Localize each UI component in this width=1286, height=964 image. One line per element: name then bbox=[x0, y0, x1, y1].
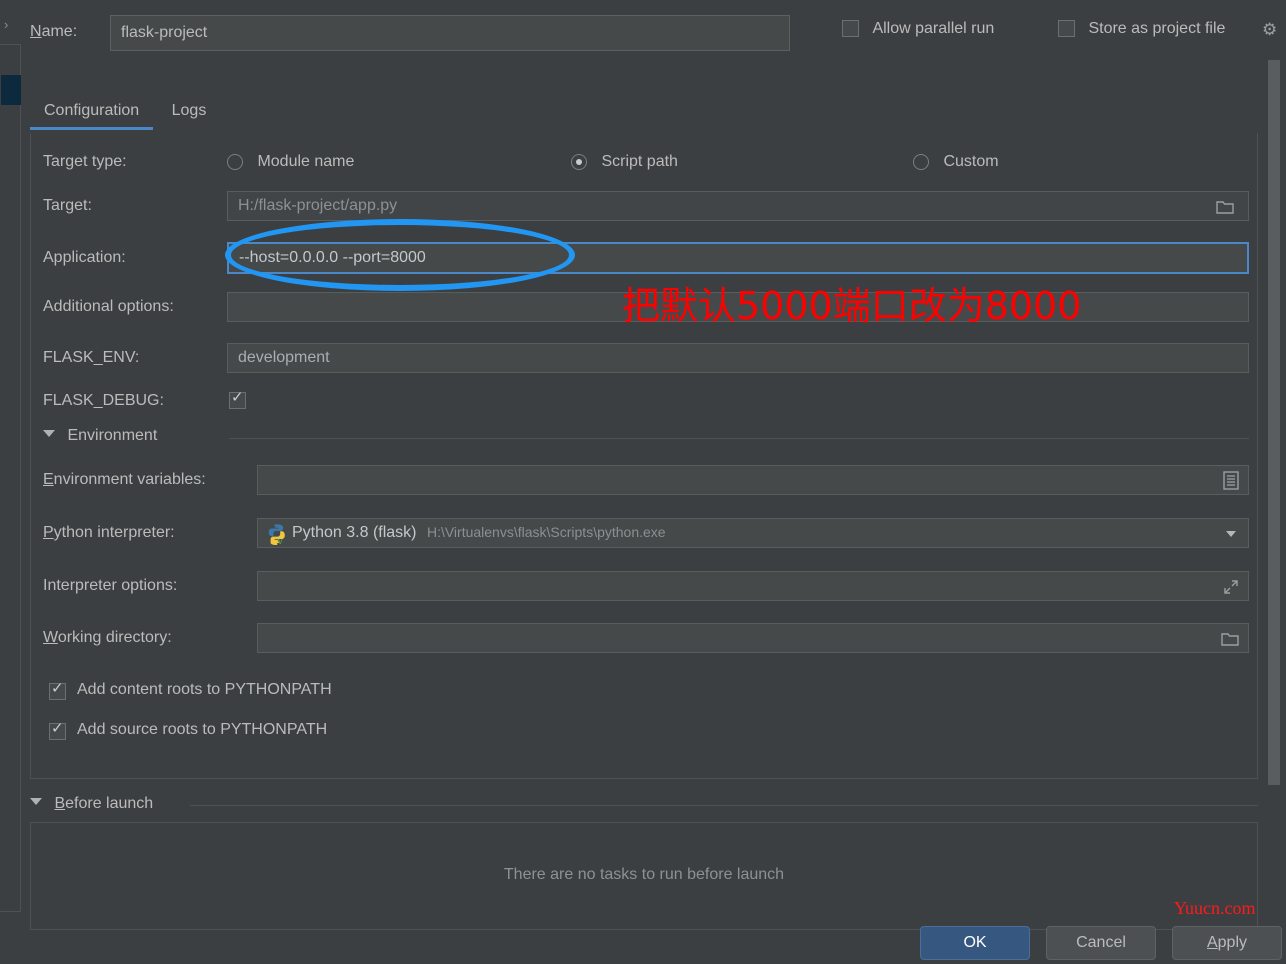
store-as-project-file-checkbox[interactable]: Store as project file bbox=[1058, 19, 1226, 42]
radio-custom-label: Custom bbox=[943, 153, 999, 170]
flask-debug-row: FLASK_DEBUG: bbox=[31, 389, 1257, 415]
flask-env-row: FLASK_ENV: bbox=[31, 343, 1257, 375]
radio-circle bbox=[571, 154, 587, 170]
checkbox-box bbox=[842, 19, 859, 37]
before-launch-empty-message: There are no tasks to run before launch bbox=[503, 866, 785, 883]
radio-module-name-label: Module name bbox=[257, 153, 355, 170]
add-content-roots-row[interactable]: Add content roots to PYTHONPATH bbox=[31, 680, 1257, 705]
add-source-roots-row[interactable]: Add source roots to PYTHONPATH bbox=[31, 720, 1257, 745]
environment-section-label: Environment bbox=[67, 427, 158, 444]
scrollbar-thumb[interactable] bbox=[1268, 60, 1280, 785]
allow-parallel-run-label: Allow parallel run bbox=[872, 20, 995, 37]
interpreter-options-input[interactable] bbox=[257, 571, 1249, 601]
target-type-row: Target type: Module name Script path Cus… bbox=[31, 149, 1257, 177]
environment-section-row: Environment bbox=[31, 427, 1257, 451]
expand-icon[interactable] bbox=[1223, 579, 1239, 600]
name-label: Name: bbox=[30, 23, 78, 40]
store-as-project-file-label: Store as project file bbox=[1088, 20, 1226, 37]
checkbox-box bbox=[1058, 19, 1075, 37]
application-row: Application: bbox=[31, 242, 1257, 276]
working-directory-label: Working directory: bbox=[43, 629, 172, 646]
environment-variables-input[interactable] bbox=[257, 465, 1249, 495]
watermark: Yuucn.com bbox=[1174, 898, 1256, 918]
svg-text:v: v bbox=[278, 536, 283, 545]
environment-variables-label: Environment variables: bbox=[43, 471, 206, 488]
tab-logs[interactable]: Logs bbox=[158, 96, 221, 130]
target-label: Target: bbox=[43, 197, 92, 214]
flask-debug-checkbox[interactable] bbox=[229, 389, 246, 409]
configuration-panel: Target type: Module name Script path Cus… bbox=[30, 133, 1258, 779]
flask-env-input[interactable] bbox=[227, 343, 1249, 373]
left-rail: › bbox=[0, 0, 22, 912]
interpreter-options-row: Interpreter options: bbox=[31, 571, 1257, 603]
working-directory-row: Working directory: bbox=[31, 623, 1257, 655]
working-directory-input[interactable] bbox=[257, 623, 1249, 653]
python-interpreter-value: Python 3.8 (flask) bbox=[292, 524, 417, 541]
flask-env-label: FLASK_ENV: bbox=[43, 349, 140, 366]
allow-parallel-run-checkbox[interactable]: Allow parallel run bbox=[842, 19, 995, 42]
application-input[interactable] bbox=[227, 242, 1249, 274]
python-venv-icon: v bbox=[266, 523, 288, 546]
radio-module-name[interactable]: Module name bbox=[227, 153, 354, 171]
radio-custom[interactable]: Custom bbox=[913, 153, 999, 171]
triangle-down-icon bbox=[30, 798, 42, 806]
name-label-text: ame: bbox=[41, 23, 78, 40]
apply-button[interactable]: Apply bbox=[1172, 926, 1282, 960]
before-launch-divider bbox=[190, 805, 1258, 806]
folder-icon[interactable] bbox=[1216, 200, 1234, 214]
add-content-roots-label: Add content roots to PYTHONPATH bbox=[77, 681, 332, 698]
environment-variables-row: Environment variables: bbox=[31, 465, 1257, 497]
flask-debug-label: FLASK_DEBUG: bbox=[43, 392, 164, 409]
gear-icon[interactable]: ⚙ bbox=[1262, 20, 1282, 40]
rail-tree-box bbox=[0, 44, 21, 912]
python-interpreter-value-group: Python 3.8 (flask) H:\Virtualenvs\flask\… bbox=[292, 524, 666, 542]
red-annotation-text: 把默认5000端口改为8000 bbox=[622, 284, 1082, 328]
chevron-down-icon[interactable] bbox=[1226, 531, 1236, 537]
tab-configuration[interactable]: Configuration bbox=[30, 96, 154, 130]
add-content-roots-checkbox[interactable] bbox=[49, 680, 66, 700]
add-source-roots-label: Add source roots to PYTHONPATH bbox=[77, 721, 328, 738]
radio-script-path-label: Script path bbox=[601, 153, 678, 170]
radio-script-path[interactable]: Script path bbox=[571, 153, 678, 171]
triangle-down-icon bbox=[43, 430, 55, 438]
target-input[interactable] bbox=[227, 191, 1249, 221]
target-type-label: Target type: bbox=[43, 153, 127, 170]
scrollbar-track[interactable] bbox=[1268, 60, 1280, 800]
python-interpreter-combobox[interactable]: v Python 3.8 (flask) H:\Virtualenvs\flas… bbox=[257, 518, 1249, 548]
section-divider bbox=[229, 438, 1249, 439]
cancel-button[interactable]: Cancel bbox=[1046, 926, 1156, 960]
list-editor-icon[interactable] bbox=[1223, 471, 1241, 491]
before-launch-header[interactable]: Before launch bbox=[30, 795, 153, 813]
target-row: Target: bbox=[31, 191, 1257, 223]
ok-button[interactable]: OK bbox=[920, 926, 1030, 960]
application-label: Application: bbox=[43, 249, 126, 266]
python-interpreter-label: Python interpreter: bbox=[43, 524, 175, 541]
radio-circle bbox=[227, 154, 243, 170]
radio-circle bbox=[913, 154, 929, 170]
folder-icon[interactable] bbox=[1221, 632, 1239, 646]
before-launch-label: Before launch bbox=[54, 795, 154, 812]
rail-selected-item[interactable] bbox=[1, 75, 21, 105]
python-interpreter-row: Python interpreter: v Python 3.8 (flask)… bbox=[31, 518, 1257, 550]
python-interpreter-path: H:\Virtualenvs\flask\Scripts\python.exe bbox=[426, 524, 666, 540]
name-input[interactable] bbox=[110, 15, 790, 51]
tab-bar: Configuration Logs bbox=[30, 96, 220, 132]
additional-options-label: Additional options: bbox=[43, 298, 174, 315]
before-launch-task-list[interactable]: There are no tasks to run before launch bbox=[30, 822, 1258, 930]
interpreter-options-label: Interpreter options: bbox=[43, 577, 178, 594]
chevron-right-icon[interactable]: › bbox=[4, 18, 8, 31]
run-configuration-dialog: › Name: Allow parallel run Store as proj… bbox=[0, 0, 1286, 964]
environment-section-header[interactable]: Environment bbox=[43, 427, 157, 445]
add-source-roots-checkbox[interactable] bbox=[49, 720, 66, 740]
